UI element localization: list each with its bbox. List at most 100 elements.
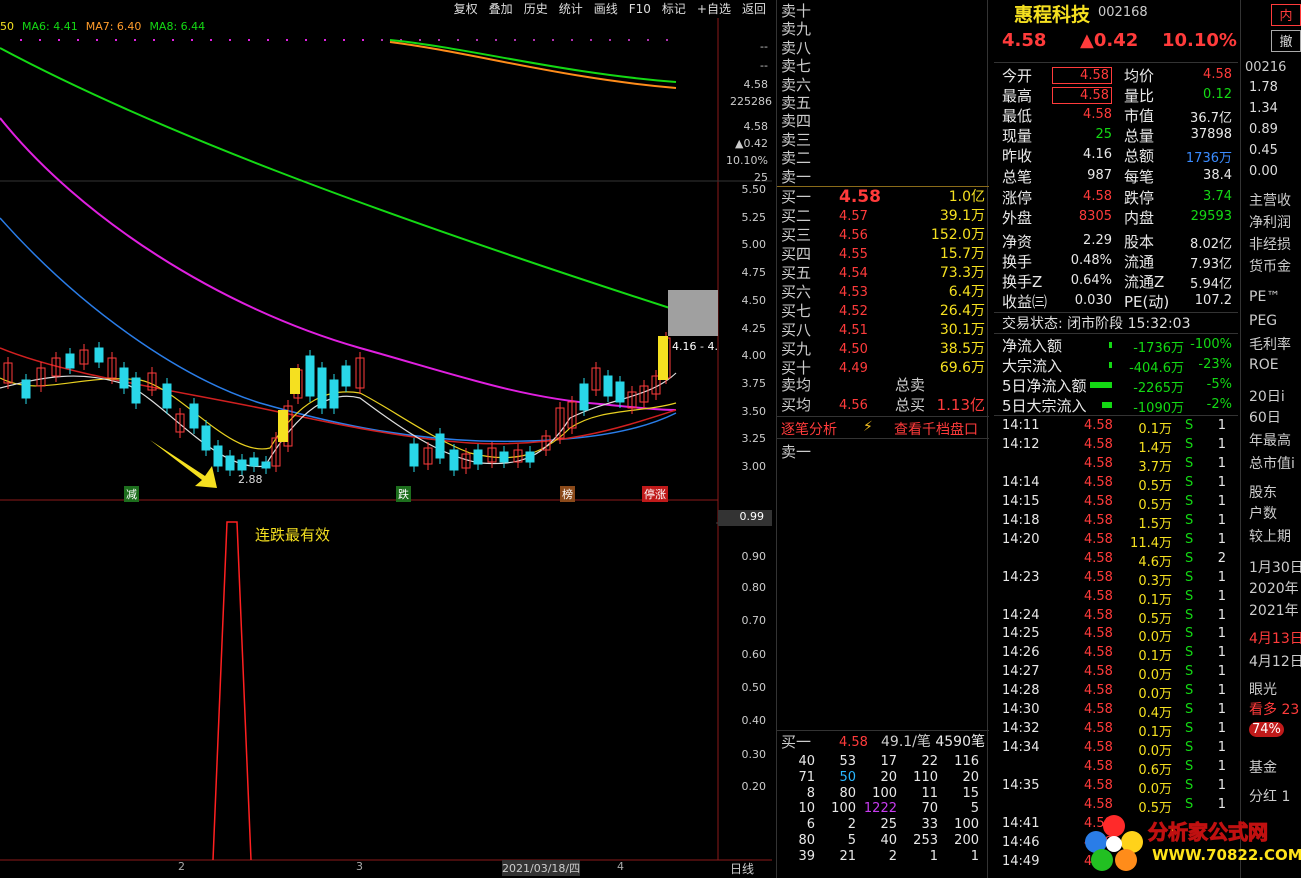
buy-volume: 73.3万 (939, 265, 985, 281)
toolbar-fuquan[interactable]: 复权 (454, 0, 478, 18)
top-dot-row (20, 39, 668, 41)
price-tick: 4.75 (741, 266, 767, 280)
buy-row[interactable]: 买七 4.52 26.4万 (781, 302, 987, 321)
sell-row[interactable]: 卖九 (781, 20, 987, 39)
tick-side: S (1185, 531, 1194, 547)
price-tick: 4.00 (741, 349, 767, 363)
queue-cell: 21 (839, 848, 856, 864)
stat-label: 总额 (1124, 147, 1155, 166)
sell-label: 卖七 (781, 57, 812, 76)
stat-value: 4.16 (1083, 147, 1112, 163)
buy-row[interactable]: 买二 4.57 39.1万 (781, 207, 987, 226)
cancel-button[interactable]: 撤 (1271, 30, 1301, 52)
tick-price: 4.58 (1084, 474, 1113, 490)
signal-label: 连跌最有效 (255, 526, 331, 544)
buy-row[interactable]: 买八 4.51 30.1万 (781, 321, 987, 340)
toolbar-mark[interactable]: 标记 (662, 0, 686, 18)
flower-logo-icon (1085, 815, 1143, 871)
stock-change: ▲0.42 (1080, 30, 1139, 51)
inner-button[interactable]: 内 (1271, 4, 1301, 26)
tick-price: 4.58 (1084, 740, 1113, 756)
limit-candle (658, 336, 668, 380)
buy-row[interactable]: 买五 4.54 73.3万 (781, 264, 987, 283)
tab-trade-analysis[interactable]: 逐笔分析 (781, 419, 837, 439)
tab-depth[interactable]: 查看千档盘口 (894, 419, 978, 439)
flow-value: -1736万 (1133, 341, 1184, 356)
flow-value: -404.6万 (1129, 361, 1184, 376)
buy-row[interactable]: 买九 4.50 38.5万 (781, 340, 987, 359)
top-dot (419, 39, 421, 41)
queue-cell: 100 (954, 817, 979, 833)
kline-chart[interactable] (0, 18, 772, 878)
top-dot (343, 39, 345, 41)
tick-side: S (1185, 721, 1194, 737)
sub-tick: 0.99 (739, 510, 765, 523)
buy-row[interactable]: 买四 4.55 15.7万 (781, 245, 987, 264)
sell-row[interactable]: 卖十 (781, 2, 987, 21)
queue-cell: 100 (872, 785, 897, 801)
top-dot (172, 39, 174, 41)
sell-row[interactable]: 卖八 (781, 39, 987, 58)
top-dot (457, 39, 459, 41)
trade-status: 交易状态: 闭市阶段 15:32:03 (1002, 316, 1191, 332)
flow-value: -1090万 (1133, 401, 1184, 416)
stat-value: 4.58 (1052, 87, 1112, 105)
tick-price: 4.58 (1084, 645, 1113, 661)
buy-avg-price: 4.56 (839, 398, 868, 413)
sell-row[interactable]: 卖六 (781, 76, 987, 95)
top-dot (647, 39, 649, 41)
date-1: 2 (178, 860, 185, 873)
tick-time: 14:32 (1002, 721, 1040, 737)
toolbar-stats[interactable]: 统计 (559, 0, 583, 18)
sell-row[interactable]: 卖一 (781, 168, 987, 187)
top-dot (267, 39, 269, 41)
tick-time: 14:14 (1002, 474, 1040, 490)
sub-tick: 0.50 (741, 681, 767, 694)
queue-cell: 80 (798, 833, 815, 848)
buy-volume: 6.4万 (948, 284, 985, 300)
queue-cell: 25 (880, 817, 897, 833)
buy-label: 买四 (781, 245, 812, 263)
sell-row[interactable]: 卖五 (781, 94, 987, 113)
sell-avg-label: 卖均 (781, 376, 812, 394)
sell-row[interactable]: 卖二 (781, 149, 987, 168)
right-item: 4月12日 (1249, 654, 1301, 670)
stat-label: 流通 (1124, 252, 1155, 271)
queue-cell: 5 (970, 801, 979, 817)
buy-price: 4.58 (839, 187, 881, 207)
sell-label: 卖八 (781, 38, 812, 57)
toolbar-overlay[interactable]: 叠加 (489, 0, 513, 18)
sell-row[interactable]: 卖七 (781, 57, 987, 76)
tick-count: 1 (1217, 455, 1226, 471)
top-dot (191, 39, 193, 41)
axis-vol: 225286 (730, 95, 772, 108)
sell-row[interactable]: 卖三 (781, 131, 987, 150)
tick-volume: 0.1万 (1138, 725, 1172, 741)
stat-label: 市值 (1124, 107, 1155, 126)
buy-row[interactable]: 买一 4.58 1.0亿 (781, 188, 987, 207)
tick-time: 14:30 (1002, 702, 1040, 718)
stat-label: 均价 (1124, 67, 1155, 85)
top-dot (134, 39, 136, 41)
sell-label: 卖五 (781, 94, 812, 112)
tick-count: 1 (1217, 683, 1226, 699)
right-info-column: 内 撤 00216 1.78 1.34 0.89 0.45 0.00 主营收 净利润 非经损… (1240, 0, 1301, 878)
toolbar-draw[interactable]: 画线 (594, 0, 618, 18)
buy-row[interactable]: 买六 4.53 6.4万 (781, 283, 987, 302)
buy-total: 1.13亿 (936, 396, 985, 414)
buy1-queue-header: 买一 4.58 49.1/笔 4590笔 (781, 733, 987, 752)
buy-row[interactable]: 买三 4.56 152.0万 (781, 226, 987, 245)
tick-volume: 0.5万 (1138, 611, 1172, 627)
flow-bar (1102, 402, 1112, 408)
sell-row[interactable]: 卖四 (781, 112, 987, 131)
toolbar-back[interactable]: 返回 (742, 0, 766, 18)
period-label[interactable]: 日线 (730, 860, 754, 877)
toolbar-history[interactable]: 历史 (524, 0, 548, 18)
buy-volume: 39.1万 (939, 208, 985, 224)
toolbar-add-watch[interactable]: +自选 (697, 0, 731, 18)
buy-price: 4.52 (839, 304, 868, 319)
toolbar-f10[interactable]: F10 (629, 0, 651, 18)
right-item: 户数 (1249, 506, 1277, 522)
top-dot (20, 39, 22, 41)
right-item: 股东 (1249, 485, 1277, 501)
